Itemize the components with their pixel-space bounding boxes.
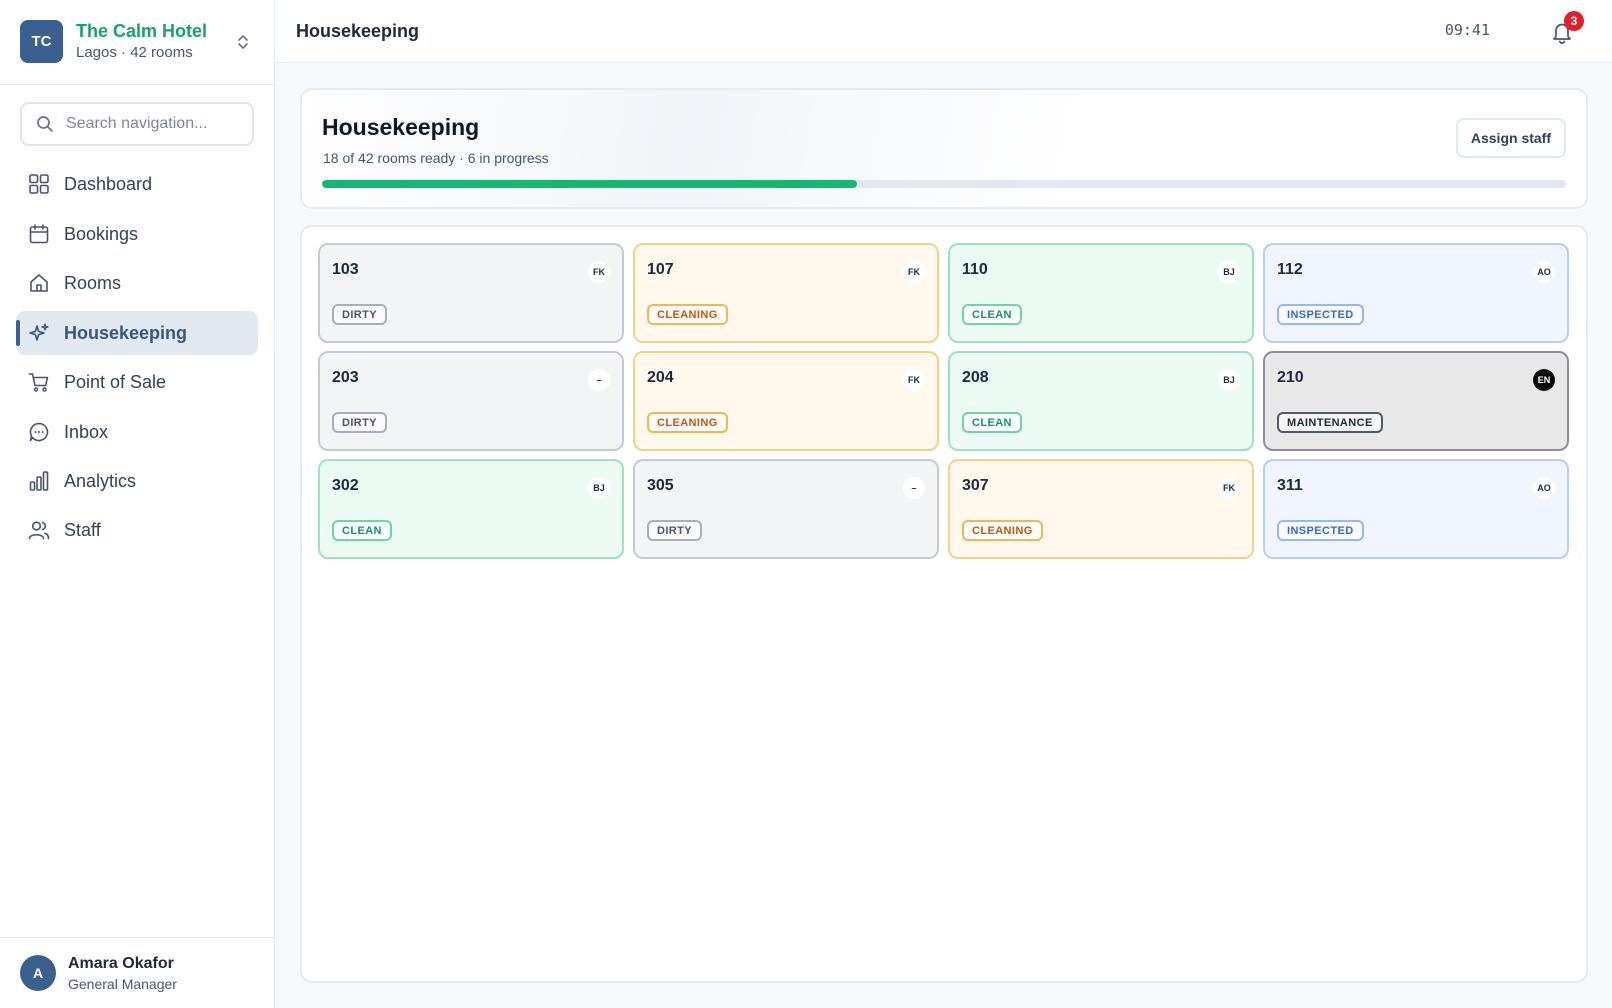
room-number: 311 xyxy=(1277,477,1303,494)
room-card[interactable]: 210 EN MAINTENANCE xyxy=(1263,351,1569,451)
user-name: Amara Okafor xyxy=(68,955,174,972)
status-badge: CLEANING xyxy=(647,412,728,433)
search-input[interactable] xyxy=(66,112,246,136)
readiness-progress-bar xyxy=(322,180,1566,188)
staff-avatar: BJ xyxy=(588,477,610,499)
sidebar-item-housekeeping[interactable]: Housekeeping xyxy=(16,311,258,355)
calendar-icon xyxy=(29,224,49,244)
sidebar: TC The Calm Hotel Lagos · 42 rooms Dashb… xyxy=(0,0,275,1008)
sidebar-item-inbox[interactable]: Inbox xyxy=(16,410,258,454)
room-card[interactable]: 107 FK CLEANING xyxy=(633,243,939,343)
room-card[interactable]: 208 BJ CLEAN xyxy=(948,351,1254,451)
hotel-name: The Calm Hotel xyxy=(76,21,208,41)
room-grid-panel: 103 FK DIRTY 107 FK CLEANING 110 BJ CLEA… xyxy=(300,225,1588,983)
staff-avatar: – xyxy=(903,477,925,499)
room-number: 305 xyxy=(647,477,674,494)
sidebar-item-staff[interactable]: Staff xyxy=(16,508,258,552)
room-number: 208 xyxy=(962,369,989,386)
chevron-up-down-icon[interactable] xyxy=(236,32,250,52)
room-number: 110 xyxy=(962,261,988,278)
room-number: 204 xyxy=(647,369,674,386)
progress-fill xyxy=(322,180,857,188)
chat-icon xyxy=(29,422,49,442)
staff-avatar: FK xyxy=(1218,477,1240,499)
clock: 09:41 xyxy=(1444,21,1490,39)
room-number: 203 xyxy=(332,369,359,386)
room-number: 103 xyxy=(332,261,359,278)
status-badge: DIRTY xyxy=(647,520,702,541)
avatar: A xyxy=(20,955,56,991)
status-badge: CLEAN xyxy=(332,520,392,541)
room-card[interactable]: 204 FK CLEANING xyxy=(633,351,939,451)
grid-icon xyxy=(29,174,49,194)
staff-avatar: FK xyxy=(903,261,925,283)
room-card[interactable]: 307 FK CLEANING xyxy=(948,459,1254,559)
status-badge: CLEAN xyxy=(962,412,1022,433)
assign-staff-button[interactable]: Assign staff xyxy=(1455,118,1566,158)
room-card[interactable]: 311 AO INSPECTED xyxy=(1263,459,1569,559)
status-badge: INSPECTED xyxy=(1277,304,1364,325)
top-bar: Housekeeping 09:41 3 xyxy=(275,0,1612,63)
status-badge: CLEANING xyxy=(962,520,1043,541)
sidebar-item-rooms[interactable]: Rooms xyxy=(16,261,258,305)
sidebar-item-label: Dashboard xyxy=(64,174,153,194)
room-card[interactable]: 112 AO INSPECTED xyxy=(1263,243,1569,343)
hotel-switcher[interactable]: TC The Calm Hotel Lagos · 42 rooms xyxy=(0,0,274,85)
sidebar-item-label: Bookings xyxy=(64,224,139,244)
status-badge: MAINTENANCE xyxy=(1277,412,1383,433)
room-card[interactable]: 305 – DIRTY xyxy=(633,459,939,559)
hotel-logo: TC xyxy=(20,20,63,63)
sidebar-item-label: Analytics xyxy=(64,471,137,491)
sidebar-item-label: Rooms xyxy=(64,273,122,293)
staff-avatar: – xyxy=(588,369,610,391)
user-role: General Manager xyxy=(68,976,177,992)
notification-badge: 3 xyxy=(1564,11,1584,31)
room-card[interactable]: 103 FK DIRTY xyxy=(318,243,624,343)
sidebar-item-label: Staff xyxy=(64,520,101,540)
staff-avatar: EN xyxy=(1533,369,1555,391)
room-number: 112 xyxy=(1277,261,1303,278)
staff-avatar: BJ xyxy=(1218,261,1240,283)
status-badge: CLEAN xyxy=(962,304,1022,325)
staff-avatar: BJ xyxy=(1218,369,1240,391)
summary-subtitle: 18 of 42 rooms ready · 6 in progress xyxy=(323,150,549,166)
sparkles-icon xyxy=(29,323,49,341)
staff-avatar: FK xyxy=(903,369,925,391)
search-box xyxy=(20,102,254,146)
cart-icon xyxy=(28,373,49,392)
staff-avatar: AO xyxy=(1533,261,1555,283)
room-number: 307 xyxy=(962,477,989,494)
room-card[interactable]: 302 BJ CLEAN xyxy=(318,459,624,559)
staff-avatar: FK xyxy=(588,261,610,283)
room-card[interactable]: 110 BJ CLEAN xyxy=(948,243,1254,343)
housekeeping-summary: Housekeeping 18 of 42 rooms ready · 6 in… xyxy=(300,88,1588,209)
hotel-subtitle: Lagos · 42 rooms xyxy=(76,44,193,61)
sidebar-item-label: Point of Sale xyxy=(64,372,167,392)
home-icon xyxy=(30,274,48,292)
sidebar-item-analytics[interactable]: Analytics xyxy=(16,459,258,503)
sidebar-item-label: Inbox xyxy=(64,422,109,442)
sidebar-item-point-of-sale[interactable]: Point of Sale xyxy=(16,360,258,404)
status-badge: DIRTY xyxy=(332,304,387,325)
status-badge: DIRTY xyxy=(332,412,387,433)
status-badge: INSPECTED xyxy=(1277,520,1364,541)
room-number: 210 xyxy=(1277,369,1304,386)
sidebar-item-label: Housekeeping xyxy=(64,323,188,343)
room-number: 302 xyxy=(332,477,359,494)
sidebar-item-bookings[interactable]: Bookings xyxy=(16,212,258,256)
staff-avatar: AO xyxy=(1533,477,1555,499)
sidebar-item-dashboard[interactable]: Dashboard xyxy=(16,162,258,206)
page-title: Housekeeping xyxy=(296,21,420,41)
room-number: 107 xyxy=(647,261,674,278)
users-icon xyxy=(28,521,50,540)
room-card[interactable]: 203 – DIRTY xyxy=(318,351,624,451)
bar-chart-icon xyxy=(29,471,49,491)
summary-title: Housekeeping xyxy=(322,114,480,140)
room-grid: 103 FK DIRTY 107 FK CLEANING 110 BJ CLEA… xyxy=(318,243,1572,559)
user-profile[interactable]: A Amara Okafor General Manager xyxy=(0,937,274,1008)
search-icon xyxy=(37,116,53,132)
status-badge: CLEANING xyxy=(647,304,728,325)
